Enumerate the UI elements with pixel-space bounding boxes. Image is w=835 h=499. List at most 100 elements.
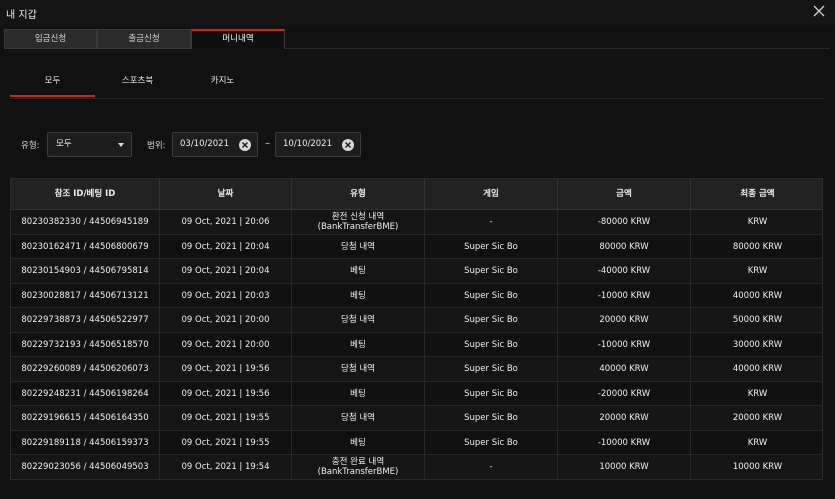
- cell-game: Super Sic Bo: [425, 406, 558, 431]
- cell-amount: -80000 KRW: [558, 210, 691, 235]
- cell-amount: 20000 KRW: [558, 308, 691, 333]
- cell-ref-id-text: 80229189118 / 44506159373: [21, 437, 149, 448]
- cell-amount-text: -10000 KRW: [597, 290, 651, 301]
- cell-final-amount: KRW: [691, 210, 822, 235]
- cell-final-amount: 40000 KRW: [691, 357, 822, 382]
- cell-game: Super Sic Bo: [425, 381, 558, 406]
- tab-withdraw[interactable]: 출금신청: [97, 29, 191, 49]
- cell-date-text: 09 Oct, 2021 | 19:56: [181, 364, 270, 375]
- cell-final-amount: 10000 KRW: [691, 455, 822, 479]
- type-select[interactable]: 모두: [47, 132, 132, 157]
- cell-ref-id: 80230028817 / 44506713121: [11, 283, 160, 308]
- cell-final-amount-text: KRW: [747, 437, 768, 448]
- cell-type-text: 베팅: [350, 290, 366, 301]
- cell-game: Super Sic Bo: [425, 332, 558, 357]
- cell-game-text: -: [489, 462, 493, 473]
- cell-type-text: 환전 신청 내역 (BankTransferBME): [317, 212, 399, 233]
- cell-date-text: 09 Oct, 2021 | 19:55: [181, 437, 270, 448]
- cell-ref-id: 80229248231 / 44506198264: [11, 381, 160, 406]
- tab-deposit[interactable]: 입금신청: [4, 29, 97, 49]
- cell-amount: -10000 KRW: [558, 332, 691, 357]
- cell-date: 09 Oct, 2021 | 20:00: [160, 332, 292, 357]
- clear-date-from-icon[interactable]: [239, 139, 251, 151]
- cell-amount-text: -20000 KRW: [597, 388, 651, 399]
- cell-game: Super Sic Bo: [425, 234, 558, 259]
- cell-date-text: 09 Oct, 2021 | 20:06: [181, 217, 270, 228]
- cell-amount: 40000 KRW: [558, 357, 691, 382]
- cell-amount: -20000 KRW: [558, 381, 691, 406]
- wallet-window: 내 지갑 입금신청 출금신청 머니내역 모두 스포츠북 카지노 유형: 모두 범…: [0, 0, 835, 499]
- cell-final-amount-text: KRW: [747, 266, 768, 277]
- cell-type-text: 당첨 내역: [341, 315, 375, 326]
- cell-final-amount-text: KRW: [747, 388, 768, 399]
- table-header: 참조 ID/베팅 ID 날짜 유형 게임 금액 최종 금액: [11, 179, 822, 210]
- cell-game-text: Super Sic Bo: [464, 315, 518, 326]
- cell-amount: -40000 KRW: [558, 259, 691, 284]
- transactions-table: 참조 ID/베팅 ID 날짜 유형 게임 금액 최종 금액 8023038233…: [10, 178, 823, 480]
- cell-date-text: 09 Oct, 2021 | 20:00: [181, 315, 270, 326]
- chevron-down-icon: [118, 143, 124, 147]
- subtab-sportsbook[interactable]: 스포츠북: [95, 67, 180, 97]
- cell-final-amount: KRW: [691, 431, 822, 456]
- cell-ref-id-text: 80229196615 / 44506164350: [21, 413, 149, 424]
- cell-game: -: [425, 210, 558, 235]
- table-row: 80229196615 / 44506164350 09 Oct, 2021 | …: [11, 406, 822, 431]
- cell-ref-id: 80230162471 / 44506800679: [11, 234, 160, 259]
- cell-game-text: Super Sic Bo: [464, 364, 518, 375]
- table-row: 80229189118 / 44506159373 09 Oct, 2021 | …: [11, 430, 822, 456]
- cell-ref-id-text: 80229248231 / 44506198264: [21, 388, 149, 399]
- cell-ref-id-text: 80229260089 / 44506206073: [21, 364, 149, 375]
- cell-amount-text: -10000 KRW: [597, 437, 651, 448]
- cell-ref-id-text: 80230162471 / 44506800679: [21, 241, 149, 252]
- cell-type-text: 당첨 내역: [341, 241, 375, 252]
- cell-date-text: 09 Oct, 2021 | 19:56: [181, 388, 270, 399]
- range-label: 범위:: [147, 141, 166, 151]
- cell-final-amount-text: 20000 KRW: [732, 413, 783, 424]
- cell-ref-id-text: 80229023056 / 44506049503: [21, 462, 149, 473]
- cell-ref-id: 80229189118 / 44506159373: [11, 430, 160, 455]
- cell-final-amount: 20000 KRW: [691, 406, 822, 431]
- cell-game-text: Super Sic Bo: [464, 339, 518, 350]
- clear-date-to-icon[interactable]: [342, 139, 354, 151]
- cell-type-text: 베팅: [350, 437, 366, 448]
- cell-date: 09 Oct, 2021 | 20:06: [160, 210, 292, 235]
- cell-ref-id: 80230154903 / 44506795814: [11, 259, 160, 284]
- cell-type: 베팅: [292, 259, 425, 284]
- date-from-input[interactable]: 03/10/2021: [172, 132, 258, 157]
- cell-type-text: 베팅: [350, 388, 366, 399]
- cell-type: 충전 완료 내역 (BankTransferBME): [292, 455, 425, 479]
- cell-date: 09 Oct, 2021 | 20:03: [160, 283, 292, 308]
- cell-ref-id: 80229196615 / 44506164350: [11, 406, 160, 431]
- cell-type: 베팅: [292, 283, 425, 308]
- cell-date-text: 09 Oct, 2021 | 20:00: [181, 339, 270, 350]
- cell-amount: -10000 KRW: [558, 430, 691, 455]
- cell-ref-id: 80230382330 / 44506945189: [11, 210, 160, 235]
- tab-money-history[interactable]: 머니내역: [191, 29, 285, 49]
- cell-game-text: Super Sic Bo: [464, 290, 518, 301]
- table-row: 80230382330 / 44506945189 09 Oct, 2021 | …: [11, 210, 822, 235]
- cell-ref-id: 80229260089 / 44506206073: [11, 357, 160, 382]
- cell-ref-id-text: 80229732193 / 44506518570: [21, 339, 149, 350]
- cell-date: 09 Oct, 2021 | 19:55: [160, 406, 292, 431]
- date-to-input[interactable]: 10/10/2021: [275, 132, 361, 157]
- table-row: 80229260089 / 44506206073 09 Oct, 2021 | …: [11, 357, 822, 382]
- cell-game-text: Super Sic Bo: [464, 241, 518, 252]
- main-tabs: 입금신청 출금신청 머니내역: [4, 29, 830, 49]
- cell-final-amount: KRW: [691, 382, 822, 407]
- subtab-casino[interactable]: 카지노: [180, 67, 265, 97]
- window-title: 내 지갑: [6, 10, 37, 21]
- cell-date: 09 Oct, 2021 | 19:56: [160, 381, 292, 406]
- cell-final-amount-text: 50000 KRW: [732, 315, 783, 326]
- cell-amount: 80000 KRW: [558, 234, 691, 259]
- date-to-value: 10/10/2021: [283, 139, 332, 149]
- cell-type-text: 당첨 내역: [341, 413, 375, 424]
- close-icon[interactable]: [811, 3, 827, 19]
- cell-date: 09 Oct, 2021 | 19:54: [160, 455, 292, 479]
- cell-game: Super Sic Bo: [425, 357, 558, 382]
- title-bar: 내 지갑: [0, 0, 835, 26]
- cell-amount-text: -80000 KRW: [597, 217, 651, 228]
- cell-game: -: [425, 455, 558, 479]
- header-final-amount: 최종 금액: [740, 189, 775, 199]
- subtab-all[interactable]: 모두: [10, 67, 95, 97]
- table-row: 80230028817 / 44506713121 09 Oct, 2021 | …: [11, 283, 822, 308]
